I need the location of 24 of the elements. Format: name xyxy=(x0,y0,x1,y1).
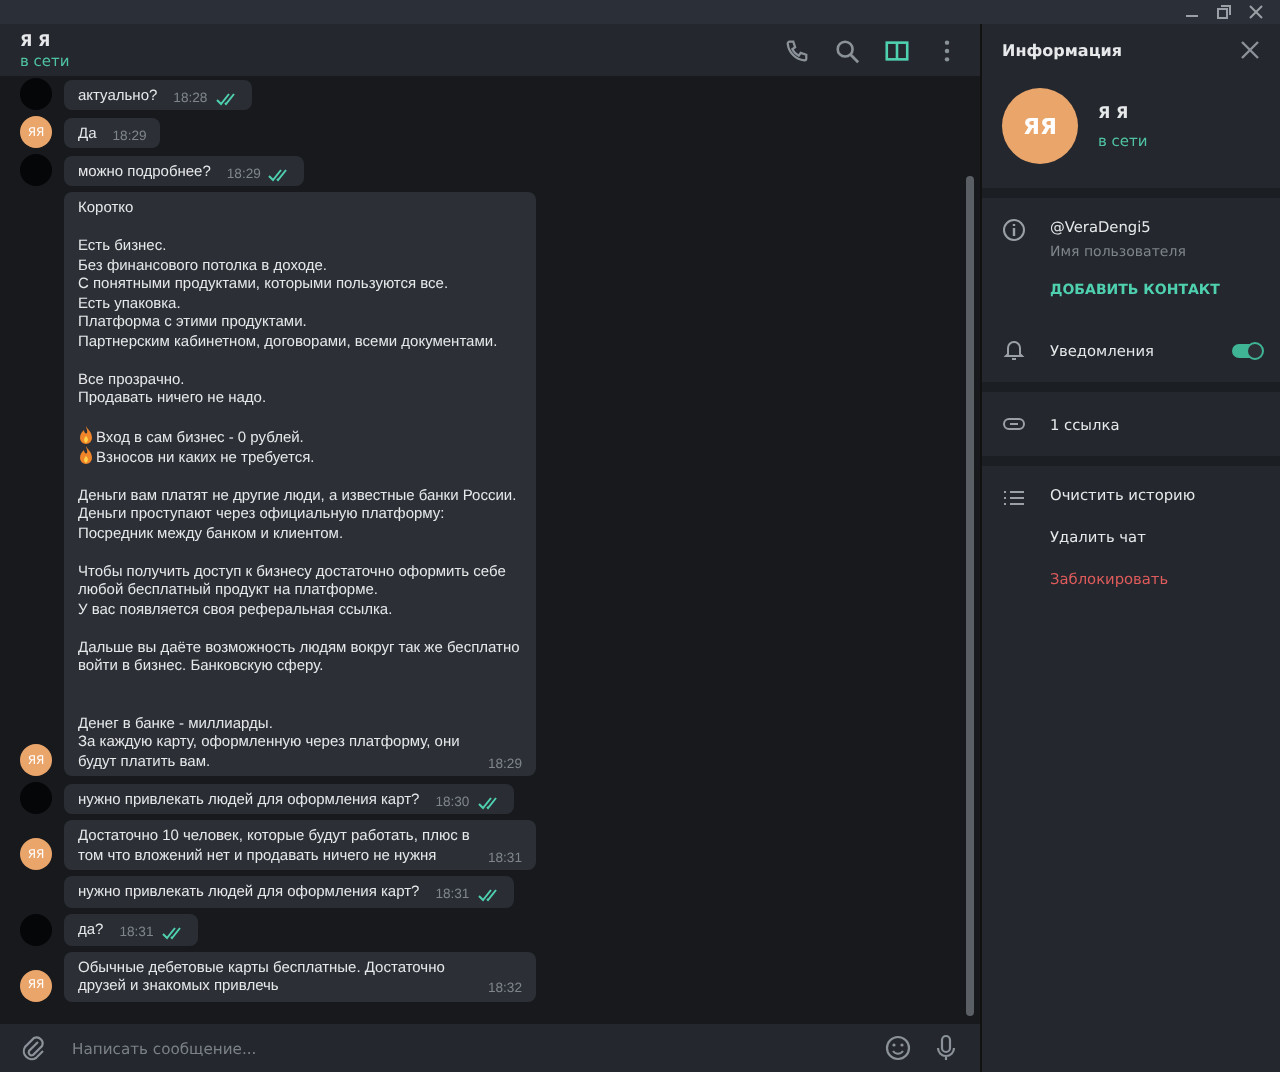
close-icon[interactable] xyxy=(1248,4,1264,20)
sidebar-toggle-icon[interactable] xyxy=(884,37,910,63)
microphone-icon[interactable] xyxy=(932,1034,960,1062)
double-check-icon xyxy=(477,888,500,903)
double-check-icon xyxy=(215,91,238,106)
close-icon[interactable] xyxy=(1240,40,1260,60)
double-check-icon xyxy=(477,795,500,810)
bell-icon xyxy=(1002,338,1026,362)
panel-title: Информация xyxy=(1002,41,1122,59)
profile-avatar: ЯЯ xyxy=(1002,88,1078,164)
double-check-icon xyxy=(268,167,291,182)
paperclip-icon[interactable] xyxy=(20,1034,48,1062)
info-icon xyxy=(1002,218,1026,242)
link-icon xyxy=(1002,412,1026,436)
chat-title: Я Я xyxy=(20,31,53,49)
scrollbar-thumb[interactable] xyxy=(966,176,974,1016)
double-check-icon xyxy=(161,926,184,941)
list-icon xyxy=(1002,486,1026,510)
restore-icon[interactable] xyxy=(1216,4,1232,20)
profile-name: Я Я xyxy=(1098,103,1131,121)
notifications-toggle[interactable] xyxy=(1232,343,1260,357)
search-icon[interactable] xyxy=(834,37,860,63)
phone-icon[interactable] xyxy=(784,37,810,63)
emoji-icon[interactable] xyxy=(884,1034,912,1062)
